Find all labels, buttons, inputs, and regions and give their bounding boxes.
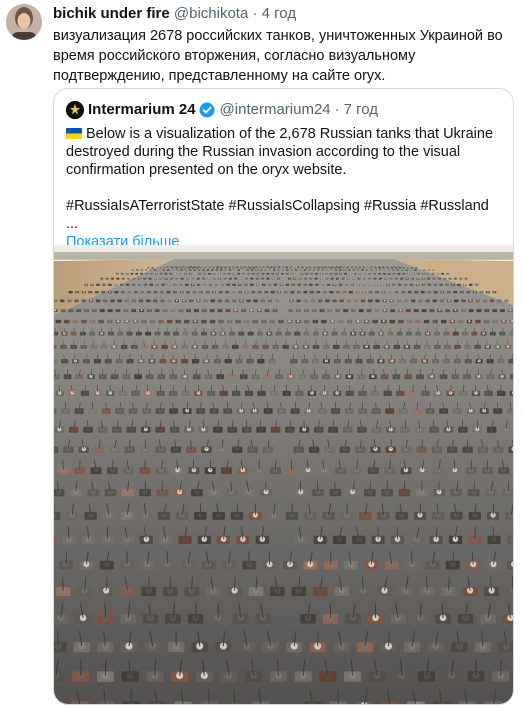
- handle[interactable]: @bichikota: [174, 5, 248, 22]
- verified-badge-icon: [199, 102, 215, 118]
- tweet[interactable]: bichik under fire @bichikota · 4 год виз…: [0, 0, 523, 710]
- quoted-text-body: Below is a visualization of the 2,678 Ru…: [66, 126, 494, 178]
- avatar[interactable]: [6, 4, 42, 40]
- avatar-icon[interactable]: [66, 101, 84, 119]
- tweet-header: bichik under fire @bichikota · 4 год: [53, 4, 296, 24]
- tank-field-image: [54, 245, 513, 704]
- separator: ·: [252, 5, 258, 22]
- quoted-tweet[interactable]: Intermarium 24 @intermarium24 · 7 год Be…: [53, 88, 514, 705]
- separator: ·: [334, 101, 340, 118]
- quoted-handle[interactable]: @intermarium24: [220, 100, 331, 120]
- display-name[interactable]: bichik under fire: [53, 5, 170, 22]
- quoted-tweet-text: Below is a visualization of the 2,678 Ru…: [66, 125, 504, 251]
- avatar-image: [6, 4, 42, 40]
- ukraine-flag-icon: [66, 128, 82, 139]
- quoted-timestamp[interactable]: 7 год: [344, 100, 378, 120]
- quoted-tweet-header: Intermarium 24 @intermarium24 · 7 год: [66, 100, 378, 120]
- quoted-display-name[interactable]: Intermarium 24: [88, 100, 196, 120]
- tweet-text: визуализация 2678 российских танков, уни…: [53, 28, 503, 84]
- timestamp[interactable]: 4 год: [262, 5, 296, 22]
- hashtags[interactable]: #RussiaIsATerroristState #RussiaIsCollap…: [66, 197, 504, 233]
- quoted-image[interactable]: [54, 245, 513, 704]
